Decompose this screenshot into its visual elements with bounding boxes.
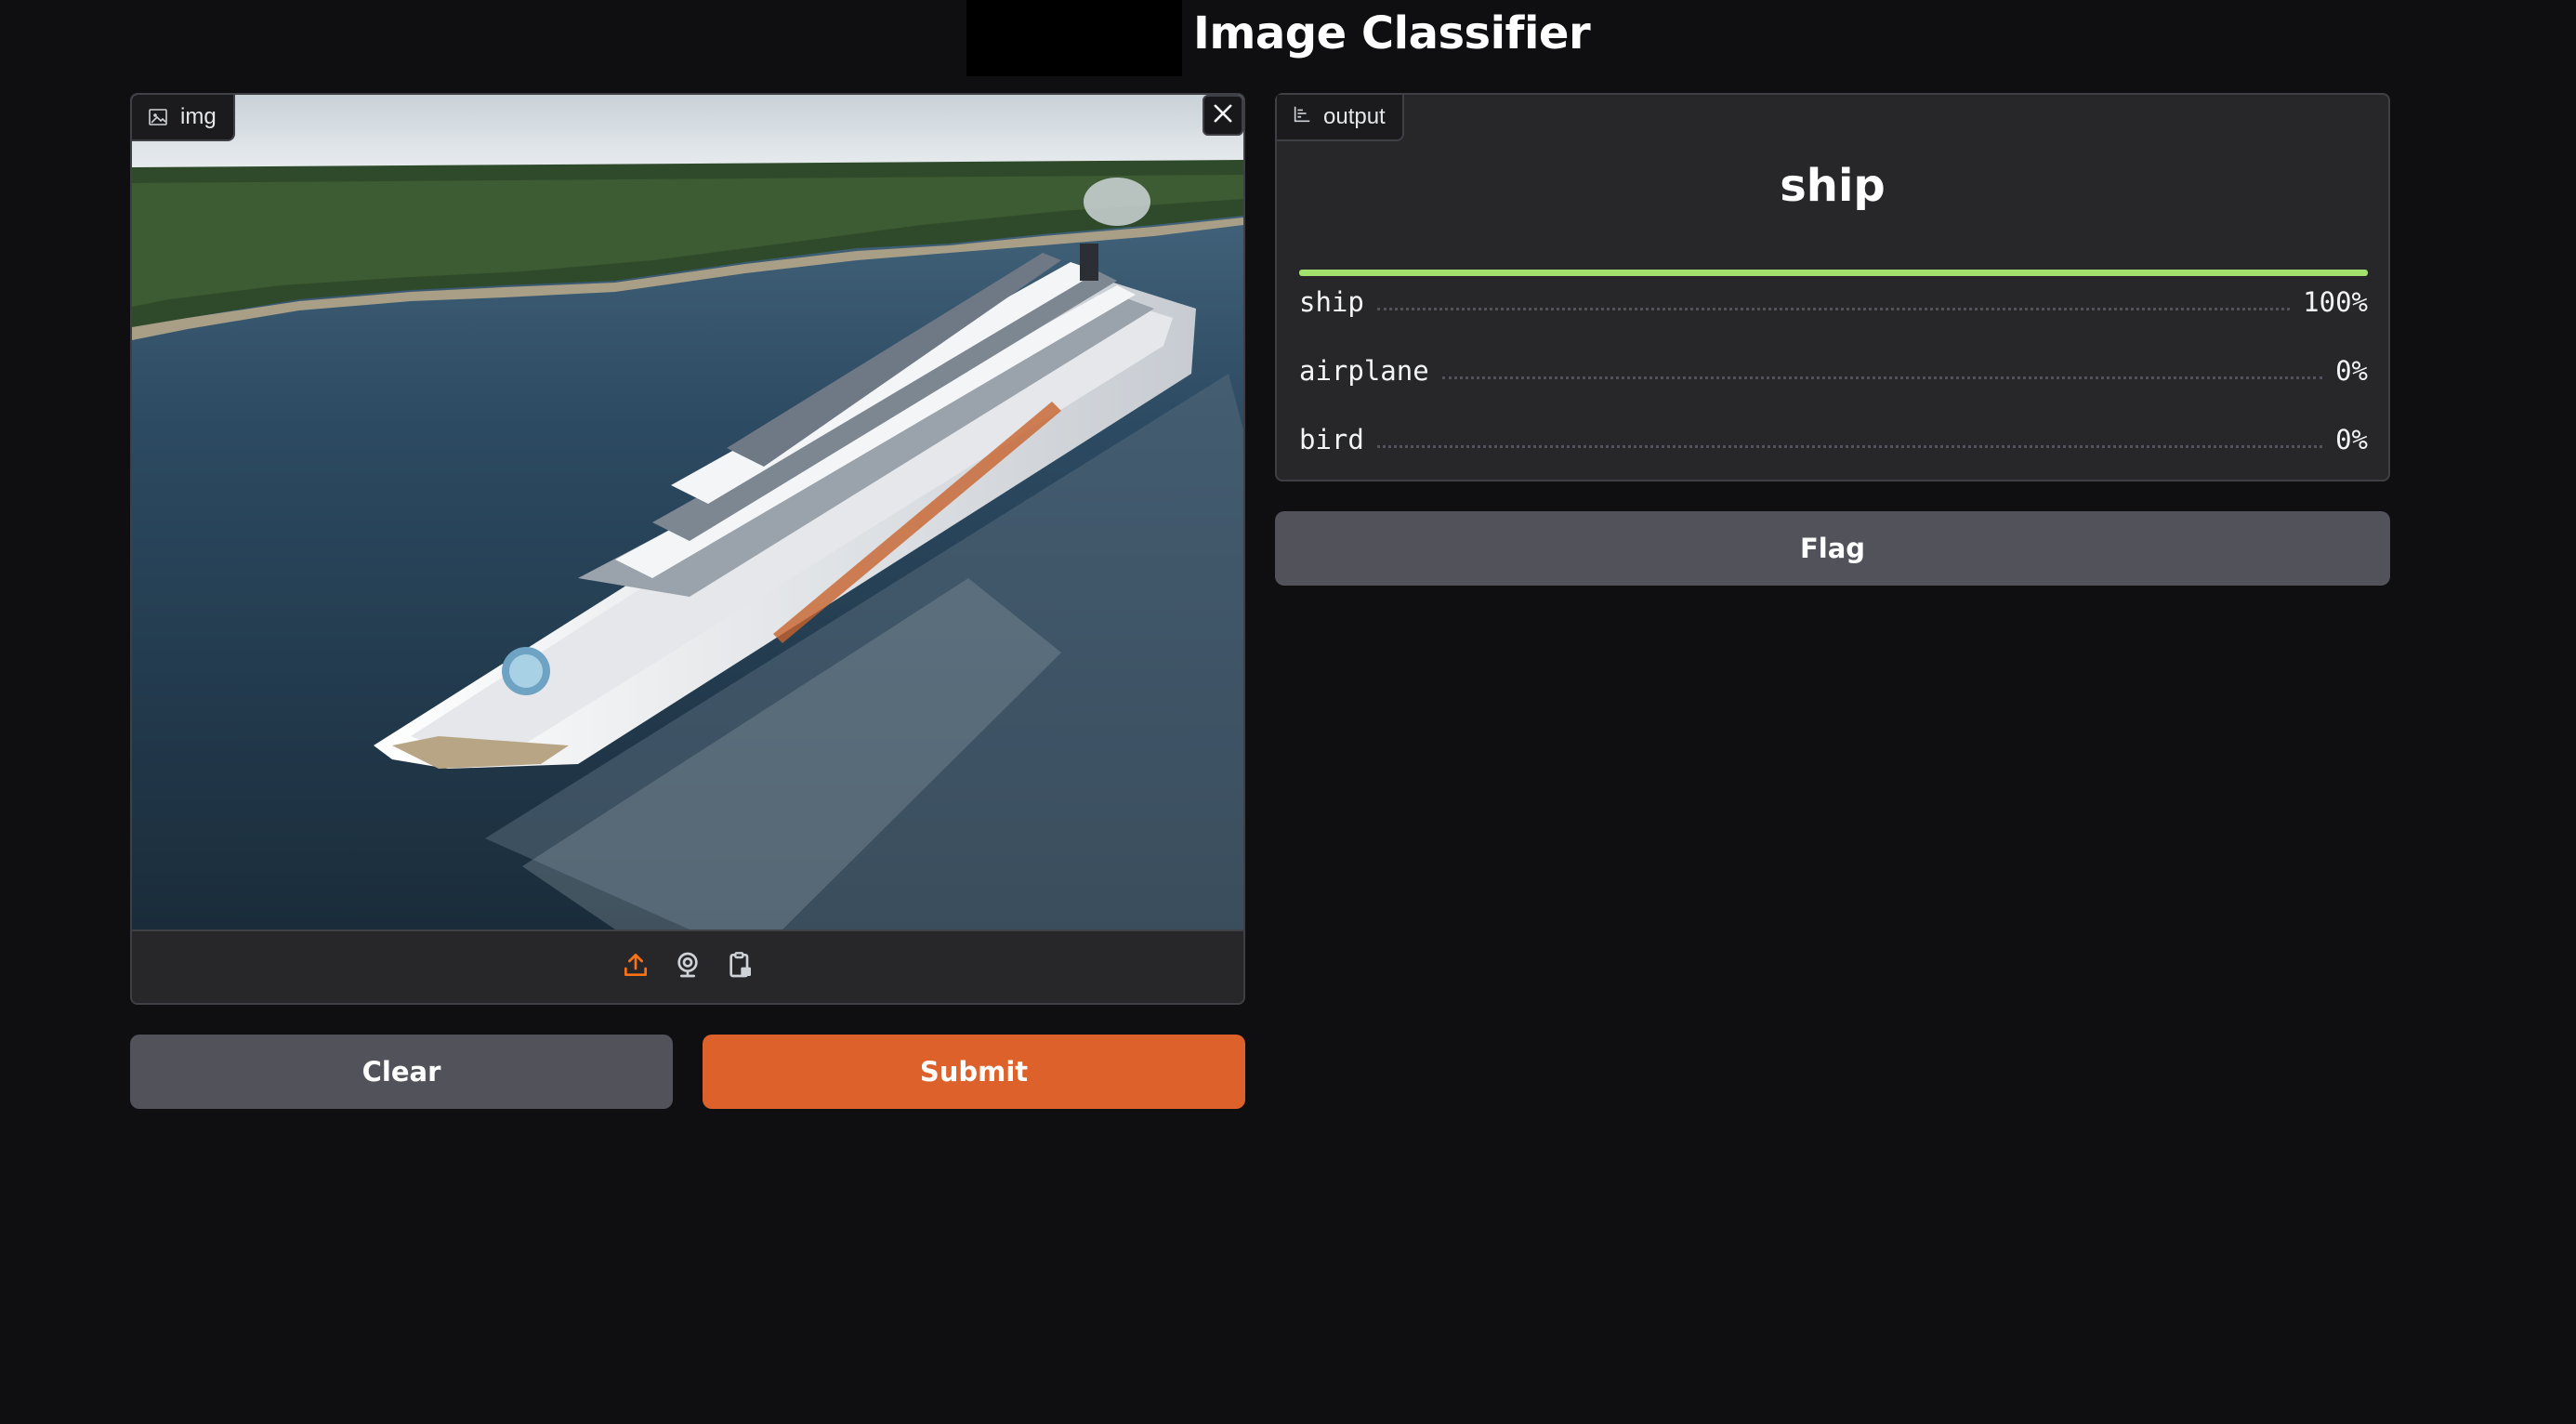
- output-label: output: [1277, 95, 1404, 141]
- top-prediction: ship: [1780, 160, 1886, 212]
- clear-button[interactable]: Clear: [130, 1035, 673, 1109]
- bar-chart-icon: [1292, 104, 1312, 131]
- submit-button[interactable]: Submit: [703, 1035, 1245, 1109]
- upload-icon: [621, 950, 651, 984]
- confidence-list: ship 100% airplane 0% bird 0%: [1299, 270, 2368, 476]
- clear-image-button[interactable]: [1203, 95, 1243, 136]
- close-icon: [1210, 100, 1236, 131]
- confidence-row[interactable]: bird 0%: [1299, 407, 2368, 476]
- confidence-label: airplane: [1299, 355, 1429, 387]
- clipboard-button[interactable]: [724, 952, 756, 983]
- flag-button[interactable]: Flag: [1275, 511, 2390, 586]
- image-icon: [147, 106, 169, 128]
- confidence-bar: [1299, 270, 2368, 276]
- confidence-label: bird: [1299, 424, 1364, 455]
- confidence-value: 100%: [2303, 286, 2368, 318]
- upload-button[interactable]: [620, 952, 651, 983]
- dotted-leader: [1441, 376, 2323, 379]
- webcam-button[interactable]: [672, 952, 703, 983]
- clipboard-icon: [725, 950, 755, 984]
- image-source-toolbar: [132, 930, 1243, 1003]
- dotted-leader: [1376, 308, 2291, 310]
- image-input-label: img: [132, 95, 235, 141]
- logo-placeholder: [966, 0, 1182, 76]
- uploaded-image: [132, 95, 1243, 930]
- confidence-label: ship: [1299, 286, 1364, 318]
- image-input-panel[interactable]: img: [130, 93, 1245, 1005]
- confidence-row[interactable]: ship 100%: [1299, 270, 2368, 338]
- page-title: Image Classifier: [1193, 7, 1591, 59]
- output-label-text: output: [1323, 104, 1386, 129]
- image-input-label-text: img: [180, 104, 217, 129]
- confidence-value: 0%: [2335, 355, 2368, 387]
- confidence-row[interactable]: airplane 0%: [1299, 338, 2368, 407]
- output-panel: output ship ship 100% airplane 0% bird 0…: [1275, 93, 2390, 481]
- page-header: Image Classifier: [966, 0, 1591, 76]
- confidence-value: 0%: [2335, 424, 2368, 455]
- webcam-icon: [673, 950, 703, 984]
- dotted-leader: [1376, 445, 2323, 448]
